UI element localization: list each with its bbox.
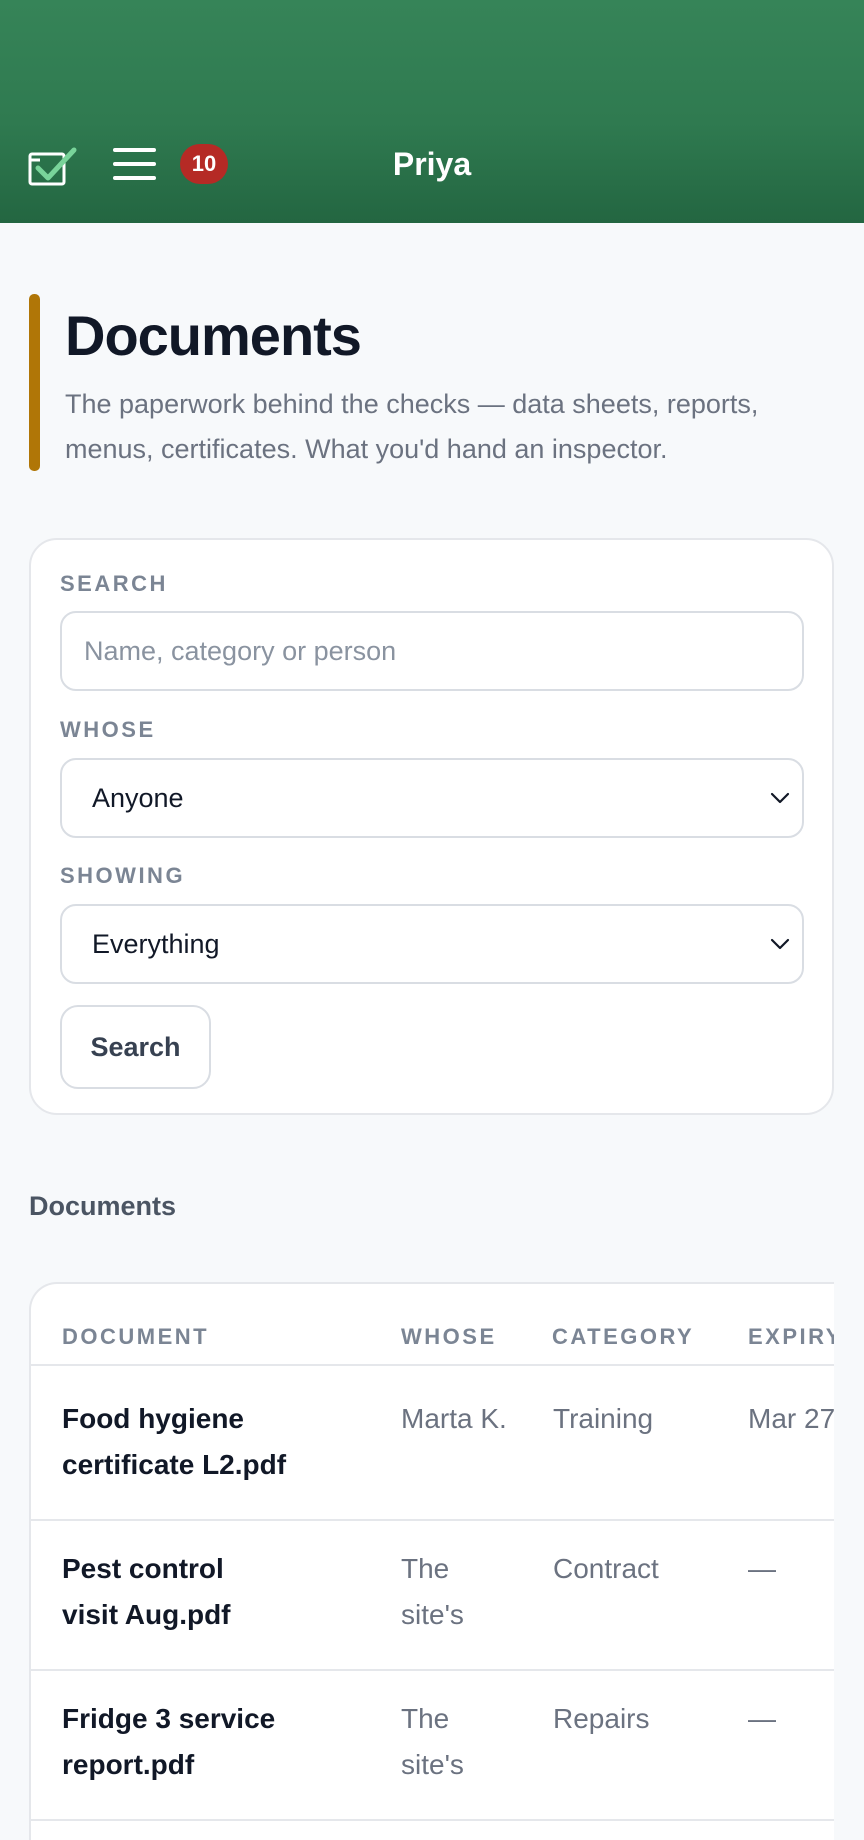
document-name-link[interactable]: Pest control visit Aug.pdf	[62, 1546, 262, 1638]
column-header-category[interactable]: CATEGORY	[552, 1322, 694, 1352]
document-name-link[interactable]: Food hygiene certificate L2.pdf	[62, 1396, 332, 1488]
row-divider	[31, 1519, 834, 1521]
search-button[interactable]: Search	[60, 1005, 211, 1089]
search-label: SEARCH	[60, 571, 168, 596]
showing-value: Everything	[92, 929, 220, 959]
document-expiry: —	[748, 1703, 776, 1734]
chevron-down-icon	[770, 938, 790, 950]
document-owner: The site's	[401, 1553, 464, 1630]
document-category: Training	[553, 1403, 654, 1434]
intro-accent-bar	[29, 294, 40, 471]
whose-select[interactable]: Anyone	[60, 758, 804, 838]
page-title: Documents	[65, 304, 362, 367]
row-divider	[31, 1669, 834, 1671]
user-name: Priya	[392, 146, 472, 182]
document-owner: Marta K.	[401, 1403, 507, 1434]
whose-value: Anyone	[92, 783, 184, 813]
column-header-whose[interactable]: WHOSE	[401, 1322, 497, 1352]
documents-section-title: Documents	[29, 1191, 177, 1221]
document-owner: The site's	[401, 1703, 464, 1780]
header-divider	[31, 1364, 834, 1366]
document-category: Repairs	[553, 1703, 650, 1734]
document-name-link[interactable]: Fridge 3 service report.pdf	[62, 1696, 302, 1788]
column-header-expiry[interactable]: EXPIRY	[748, 1322, 834, 1352]
search-placeholder: Name, category or person	[84, 636, 397, 666]
search-input[interactable]: Name, category or person	[60, 611, 804, 691]
top-app-bar: 10 Priya	[0, 0, 864, 223]
showing-select[interactable]: Everything	[60, 904, 804, 984]
documents-table: DOCUMENT WHOSE CATEGORY EXPIRY Food hygi…	[29, 1282, 834, 1840]
whose-label: WHOSE	[60, 717, 156, 742]
row-divider	[31, 1819, 834, 1821]
document-expiry: Mar 27	[748, 1403, 834, 1434]
document-category: Contract	[553, 1553, 659, 1584]
showing-label: SHOWING	[60, 863, 186, 888]
document-expiry: —	[748, 1553, 776, 1584]
chevron-down-icon	[770, 792, 790, 804]
column-header-document[interactable]: DOCUMENT	[62, 1322, 209, 1352]
page-description: The paperwork behind the checks — data s…	[65, 389, 759, 464]
